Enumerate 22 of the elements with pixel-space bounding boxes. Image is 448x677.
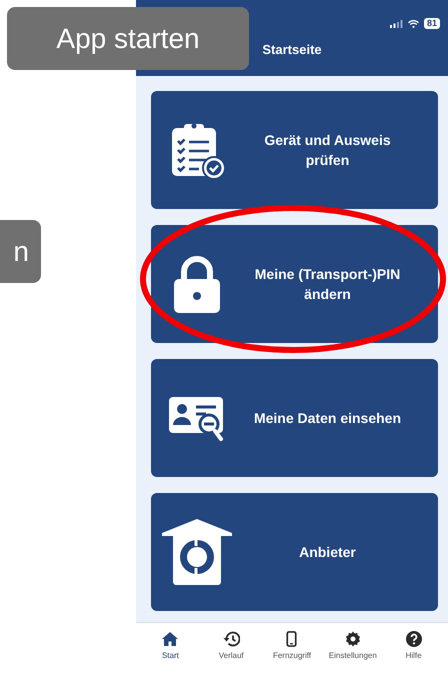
tab-item[interactable]: Hilfe [383,627,444,677]
padlock-icon [172,255,222,314]
signal-icon [390,20,403,28]
menu-card[interactable]: Anbieter [151,493,438,612]
tutorial-callout: n [0,220,41,283]
battery-level: 81 [424,18,440,29]
house-logo-icon [161,519,233,586]
history-icon [222,631,240,648]
menu-card[interactable]: Meine (Transport-)PIN ändern [151,225,438,344]
tutorial-callout: App starten [7,7,249,70]
tab-item[interactable]: Start [140,627,201,677]
tab-item[interactable]: Verlauf [200,627,262,677]
settings-icon [344,631,361,648]
wifi-icon [408,20,419,28]
tab-item[interactable]: Einstellungen [322,627,384,677]
tab-item[interactable]: Fernzugriff [262,627,322,677]
home-icon [162,631,178,648]
screen-title: Startseite [261,42,323,57]
help-icon [406,631,422,648]
menu-card[interactable]: Meine Daten einsehen [151,359,438,478]
menu-card[interactable]: Gerät und Ausweis prüfen [151,91,438,210]
phone-icon [286,631,298,648]
